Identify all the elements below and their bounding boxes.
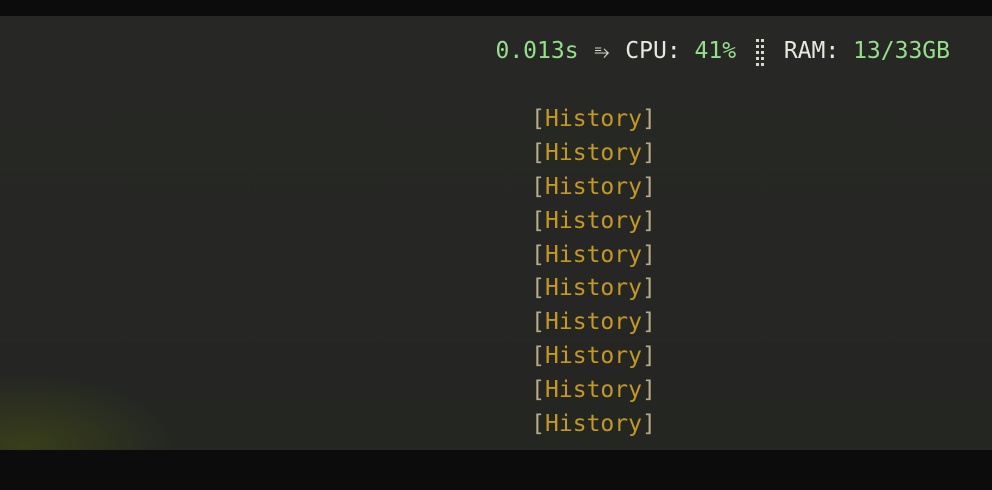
history-label: History <box>545 275 642 302</box>
bracket-close: ] <box>641 377 656 404</box>
history-item[interactable]: [History] <box>0 408 992 442</box>
terminal-window: 0.013s ⥱ CPU: 41% RAM: 13/33GB [History]… <box>0 16 992 450</box>
bracket-open: [ <box>531 309 546 336</box>
bracket-close: ] <box>641 207 656 234</box>
bracket-close: ] <box>641 343 656 370</box>
ram-value: 13/33GB <box>853 38 950 64</box>
history-item[interactable]: [History] <box>0 374 992 408</box>
bracket-open: [ <box>531 343 546 370</box>
history-label: History <box>545 343 642 370</box>
history-item[interactable]: [History] <box>0 171 992 205</box>
ram-label: RAM: <box>783 38 840 64</box>
history-label: History <box>545 241 642 268</box>
bracket-close: ] <box>641 309 656 336</box>
separator-icon: ⥱ <box>594 41 610 63</box>
history-label: History <box>545 411 642 438</box>
bracket-close: ] <box>641 275 656 302</box>
history-label: History <box>545 207 642 234</box>
history-label: History <box>545 377 642 404</box>
bracket-close: ] <box>641 173 656 200</box>
history-label: History <box>545 139 642 166</box>
bracket-open: [ <box>531 275 546 302</box>
history-item[interactable]: [History] <box>0 137 992 171</box>
history-item[interactable]: [History] <box>0 205 992 239</box>
bracket-close: ] <box>641 241 656 268</box>
history-label: History <box>545 309 642 336</box>
cpu-value: 41% <box>694 38 737 64</box>
cpu-label: CPU: <box>625 38 681 64</box>
history-item[interactable]: [History] <box>0 272 992 306</box>
bracket-open: [ <box>531 241 546 268</box>
elapsed-time: 0.013s <box>495 38 579 64</box>
bracket-open: [ <box>531 207 546 234</box>
history-item[interactable]: [History] <box>0 103 992 137</box>
history-label: History <box>545 106 642 132</box>
bracket-open: [ <box>531 411 546 438</box>
bracket-open: [ <box>531 139 546 166</box>
bracket-close: ] <box>641 411 656 438</box>
history-item[interactable]: [History] <box>0 239 992 273</box>
bracket-close: ] <box>641 106 656 132</box>
status-bar: 0.013s ⥱ CPU: 41% RAM: 13/33GB <box>495 35 950 68</box>
history-label: History <box>545 173 642 200</box>
bracket-open: [ <box>531 377 546 404</box>
history-item[interactable]: [History] <box>0 340 992 374</box>
bracket-open: [ <box>531 106 546 132</box>
history-item[interactable]: [History] <box>0 306 992 340</box>
braille-dots-icon <box>750 35 770 67</box>
bracket-open: [ <box>531 173 546 200</box>
bracket-close: ] <box>641 139 656 166</box>
history-list: [History] [History] [History] [History] [His… <box>0 103 992 442</box>
